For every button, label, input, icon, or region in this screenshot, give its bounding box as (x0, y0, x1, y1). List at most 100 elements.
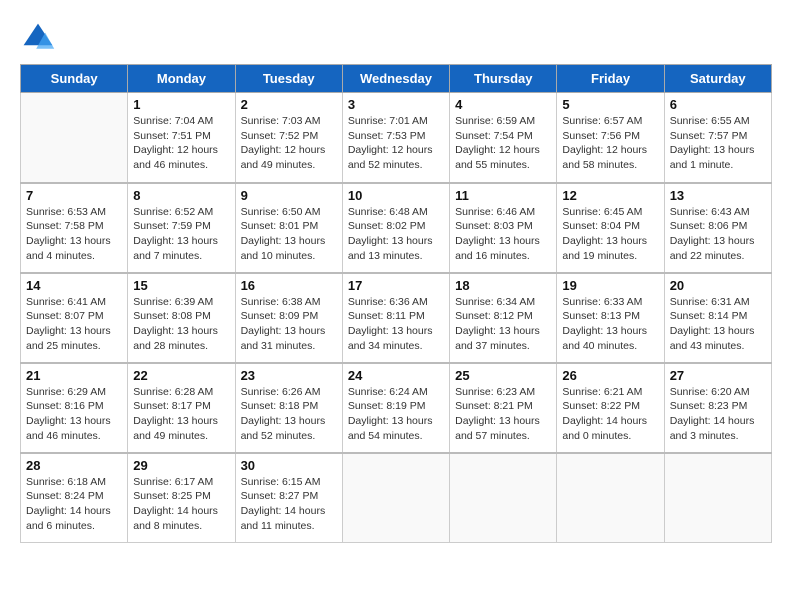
day-number: 1 (133, 97, 229, 112)
day-info: Sunrise: 6:24 AM Sunset: 8:19 PM Dayligh… (348, 385, 444, 444)
calendar-cell: 18 Sunrise: 6:34 AM Sunset: 8:12 PM Dayli… (450, 273, 557, 363)
day-info: Sunrise: 6:53 AM Sunset: 7:58 PM Dayligh… (26, 205, 122, 264)
day-number: 26 (562, 368, 658, 383)
calendar-cell: 11 Sunrise: 6:46 AM Sunset: 8:03 PM Dayli… (450, 183, 557, 273)
day-info: Sunrise: 6:31 AM Sunset: 8:14 PM Dayligh… (670, 295, 766, 354)
col-header-wednesday: Wednesday (342, 65, 449, 93)
calendar-cell: 29 Sunrise: 6:17 AM Sunset: 8:25 PM Dayli… (128, 453, 235, 543)
calendar-cell: 30 Sunrise: 6:15 AM Sunset: 8:27 PM Dayli… (235, 453, 342, 543)
day-number: 21 (26, 368, 122, 383)
calendar-cell: 13 Sunrise: 6:43 AM Sunset: 8:06 PM Dayli… (664, 183, 771, 273)
day-info: Sunrise: 6:52 AM Sunset: 7:59 PM Dayligh… (133, 205, 229, 264)
day-info: Sunrise: 6:57 AM Sunset: 7:56 PM Dayligh… (562, 114, 658, 173)
day-number: 16 (241, 278, 337, 293)
day-info: Sunrise: 6:43 AM Sunset: 8:06 PM Dayligh… (670, 205, 766, 264)
day-number: 25 (455, 368, 551, 383)
day-info: Sunrise: 6:23 AM Sunset: 8:21 PM Dayligh… (455, 385, 551, 444)
calendar-table: SundayMondayTuesdayWednesdayThursdayFrid… (20, 64, 772, 543)
day-number: 15 (133, 278, 229, 293)
day-info: Sunrise: 6:48 AM Sunset: 8:02 PM Dayligh… (348, 205, 444, 264)
day-number: 11 (455, 188, 551, 203)
day-info: Sunrise: 6:15 AM Sunset: 8:27 PM Dayligh… (241, 475, 337, 534)
day-info: Sunrise: 6:29 AM Sunset: 8:16 PM Dayligh… (26, 385, 122, 444)
calendar-cell: 1 Sunrise: 7:04 AM Sunset: 7:51 PM Daylig… (128, 93, 235, 183)
day-number: 23 (241, 368, 337, 383)
day-info: Sunrise: 6:26 AM Sunset: 8:18 PM Dayligh… (241, 385, 337, 444)
day-number: 12 (562, 188, 658, 203)
day-number: 28 (26, 458, 122, 473)
day-number: 4 (455, 97, 551, 112)
calendar-cell (21, 93, 128, 183)
day-info: Sunrise: 6:59 AM Sunset: 7:54 PM Dayligh… (455, 114, 551, 173)
day-number: 17 (348, 278, 444, 293)
day-info: Sunrise: 6:17 AM Sunset: 8:25 PM Dayligh… (133, 475, 229, 534)
calendar-cell: 14 Sunrise: 6:41 AM Sunset: 8:07 PM Dayli… (21, 273, 128, 363)
col-header-tuesday: Tuesday (235, 65, 342, 93)
calendar-cell: 5 Sunrise: 6:57 AM Sunset: 7:56 PM Daylig… (557, 93, 664, 183)
calendar-cell: 15 Sunrise: 6:39 AM Sunset: 8:08 PM Dayli… (128, 273, 235, 363)
day-number: 18 (455, 278, 551, 293)
day-info: Sunrise: 6:28 AM Sunset: 8:17 PM Dayligh… (133, 385, 229, 444)
col-header-friday: Friday (557, 65, 664, 93)
day-number: 30 (241, 458, 337, 473)
calendar-cell: 21 Sunrise: 6:29 AM Sunset: 8:16 PM Dayli… (21, 363, 128, 453)
day-info: Sunrise: 6:36 AM Sunset: 8:11 PM Dayligh… (348, 295, 444, 354)
day-info: Sunrise: 6:46 AM Sunset: 8:03 PM Dayligh… (455, 205, 551, 264)
calendar-cell (450, 453, 557, 543)
day-number: 29 (133, 458, 229, 473)
page-header (20, 20, 772, 56)
day-info: Sunrise: 7:03 AM Sunset: 7:52 PM Dayligh… (241, 114, 337, 173)
calendar-cell: 26 Sunrise: 6:21 AM Sunset: 8:22 PM Dayli… (557, 363, 664, 453)
calendar-cell: 12Sunrise: 6:45 AM Sunset: 8:04 PM Dayli… (557, 183, 664, 273)
day-info: Sunrise: 7:01 AM Sunset: 7:53 PM Dayligh… (348, 114, 444, 173)
col-header-thursday: Thursday (450, 65, 557, 93)
calendar-cell (664, 453, 771, 543)
day-number: 24 (348, 368, 444, 383)
day-info: Sunrise: 6:20 AM Sunset: 8:23 PM Dayligh… (670, 385, 766, 444)
day-number: 10 (348, 188, 444, 203)
calendar-cell (557, 453, 664, 543)
calendar-cell (342, 453, 449, 543)
col-header-saturday: Saturday (664, 65, 771, 93)
day-number: 8 (133, 188, 229, 203)
logo (20, 20, 62, 56)
calendar-cell: 22 Sunrise: 6:28 AM Sunset: 8:17 PM Dayli… (128, 363, 235, 453)
logo-icon (20, 20, 56, 56)
calendar-cell: 4 Sunrise: 6:59 AM Sunset: 7:54 PM Daylig… (450, 93, 557, 183)
calendar-cell: 17 Sunrise: 6:36 AM Sunset: 8:11 PM Dayli… (342, 273, 449, 363)
day-info: Sunrise: 6:34 AM Sunset: 8:12 PM Dayligh… (455, 295, 551, 354)
day-number: 5 (562, 97, 658, 112)
calendar-cell: 2 Sunrise: 7:03 AM Sunset: 7:52 PM Daylig… (235, 93, 342, 183)
calendar-cell: 10 Sunrise: 6:48 AM Sunset: 8:02 PM Dayli… (342, 183, 449, 273)
calendar-cell: 16 Sunrise: 6:38 AM Sunset: 8:09 PM Dayli… (235, 273, 342, 363)
day-number: 14 (26, 278, 122, 293)
day-number: 27 (670, 368, 766, 383)
day-number: 6 (670, 97, 766, 112)
day-info: Sunrise: 6:50 AM Sunset: 8:01 PM Dayligh… (241, 205, 337, 264)
calendar-cell: 25 Sunrise: 6:23 AM Sunset: 8:21 PM Dayli… (450, 363, 557, 453)
calendar-cell: 28 Sunrise: 6:18 AM Sunset: 8:24 PM Dayli… (21, 453, 128, 543)
day-number: 3 (348, 97, 444, 112)
calendar-cell: 27 Sunrise: 6:20 AM Sunset: 8:23 PM Dayli… (664, 363, 771, 453)
day-info: Sunrise: 6:21 AM Sunset: 8:22 PM Dayligh… (562, 385, 658, 444)
day-info: Sunrise: 6:18 AM Sunset: 8:24 PM Dayligh… (26, 475, 122, 534)
calendar-cell: 20 Sunrise: 6:31 AM Sunset: 8:14 PM Dayli… (664, 273, 771, 363)
calendar-cell: 24 Sunrise: 6:24 AM Sunset: 8:19 PM Dayli… (342, 363, 449, 453)
col-header-sunday: Sunday (21, 65, 128, 93)
day-info: Sunrise: 6:38 AM Sunset: 8:09 PM Dayligh… (241, 295, 337, 354)
calendar-cell: 8 Sunrise: 6:52 AM Sunset: 7:59 PM Daylig… (128, 183, 235, 273)
col-header-monday: Monday (128, 65, 235, 93)
day-number: 13 (670, 188, 766, 203)
day-number: 22 (133, 368, 229, 383)
calendar-cell: 23 Sunrise: 6:26 AM Sunset: 8:18 PM Dayli… (235, 363, 342, 453)
day-info: Sunrise: 6:33 AM Sunset: 8:13 PM Dayligh… (562, 295, 658, 354)
day-info: Sunrise: 7:04 AM Sunset: 7:51 PM Dayligh… (133, 114, 229, 173)
day-number: 20 (670, 278, 766, 293)
day-info: Sunrise: 6:39 AM Sunset: 8:08 PM Dayligh… (133, 295, 229, 354)
day-number: 7 (26, 188, 122, 203)
day-info: Sunrise: 6:41 AM Sunset: 8:07 PM Dayligh… (26, 295, 122, 354)
day-number: 2 (241, 97, 337, 112)
day-number: 19 (562, 278, 658, 293)
calendar-cell: 19 Sunrise: 6:33 AM Sunset: 8:13 PM Dayli… (557, 273, 664, 363)
calendar-cell: 9Sunrise: 6:50 AM Sunset: 8:01 PM Daylig… (235, 183, 342, 273)
